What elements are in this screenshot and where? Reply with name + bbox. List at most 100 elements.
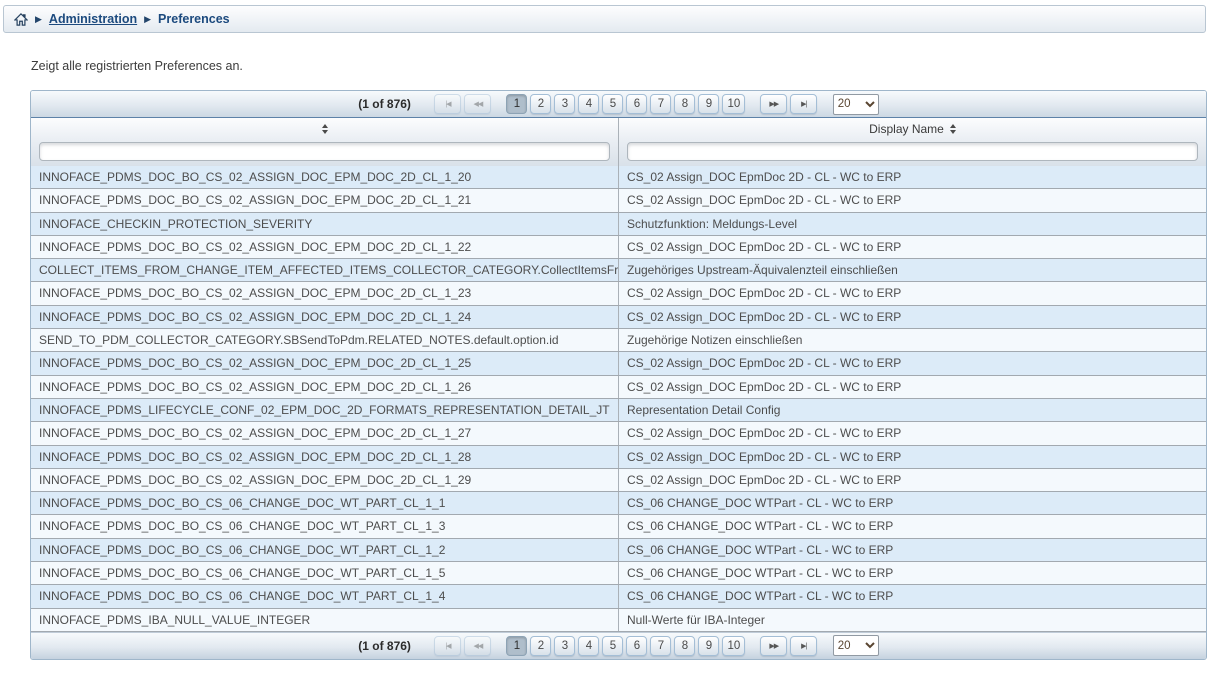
- display-name-filter-input[interactable]: [627, 142, 1198, 161]
- table-row[interactable]: INNOFACE_PDMS_DOC_BO_CS_02_ASSIGN_DOC_EP…: [31, 306, 1206, 329]
- cell-display-name: CS_02 Assign_DOC EpmDoc 2D - CL - WC to …: [619, 446, 1206, 468]
- page-button-4[interactable]: 4: [578, 94, 599, 114]
- rows-per-page-select[interactable]: 20: [833, 635, 879, 656]
- page-button-2[interactable]: 2: [530, 636, 551, 656]
- first-page-button-icon[interactable]: |◀: [434, 94, 461, 114]
- table-row[interactable]: INNOFACE_PDMS_DOC_BO_CS_02_ASSIGN_DOC_EP…: [31, 422, 1206, 445]
- breadcrumb-separator-icon: ▶: [35, 15, 42, 24]
- home-icon[interactable]: [14, 13, 28, 26]
- cell-display-name: CS_06 CHANGE_DOC WTPart - CL - WC to ERP: [619, 585, 1206, 607]
- table-row[interactable]: INNOFACE_PDMS_DOC_BO_CS_06_CHANGE_DOC_WT…: [31, 539, 1206, 562]
- page-button-1[interactable]: 1: [506, 94, 527, 114]
- cell-display-name: CS_06 CHANGE_DOC WTPart - CL - WC to ERP: [619, 515, 1206, 537]
- page-button-5[interactable]: 5: [602, 94, 623, 114]
- table-row[interactable]: INNOFACE_PDMS_DOC_BO_CS_02_ASSIGN_DOC_EP…: [31, 236, 1206, 259]
- cell-display-name: CS_06 CHANGE_DOC WTPart - CL - WC to ERP: [619, 562, 1206, 584]
- table-row[interactable]: INNOFACE_PDMS_DOC_BO_CS_06_CHANGE_DOC_WT…: [31, 585, 1206, 608]
- cell-display-name: CS_02 Assign_DOC EpmDoc 2D - CL - WC to …: [619, 236, 1206, 258]
- table-row[interactable]: INNOFACE_PDMS_DOC_BO_CS_02_ASSIGN_DOC_EP…: [31, 282, 1206, 305]
- cell-name: INNOFACE_PDMS_DOC_BO_CS_02_ASSIGN_DOC_EP…: [31, 236, 619, 258]
- column-header-name[interactable]: [31, 118, 619, 139]
- page-button-1[interactable]: 1: [506, 636, 527, 656]
- breadcrumb-item-administration[interactable]: Administration: [49, 12, 137, 26]
- cell-display-name: Representation Detail Config: [619, 399, 1206, 421]
- cell-display-name: Schutzfunktion: Meldungs-Level: [619, 213, 1206, 235]
- rows-per-page-select[interactable]: 20: [833, 94, 879, 115]
- cell-name: COLLECT_ITEMS_FROM_CHANGE_ITEM_AFFECTED_…: [31, 259, 619, 281]
- table-row[interactable]: INNOFACE_PDMS_DOC_BO_CS_06_CHANGE_DOC_WT…: [31, 515, 1206, 538]
- table-row[interactable]: INNOFACE_PDMS_LIFECYCLE_CONF_02_EPM_DOC_…: [31, 399, 1206, 422]
- breadcrumb-item-preferences[interactable]: Preferences: [158, 12, 230, 26]
- cell-name: INNOFACE_PDMS_DOC_BO_CS_06_CHANGE_DOC_WT…: [31, 562, 619, 584]
- table-row[interactable]: INNOFACE_PDMS_DOC_BO_CS_06_CHANGE_DOC_WT…: [31, 562, 1206, 585]
- cell-name: INNOFACE_PDMS_IBA_NULL_VALUE_INTEGER: [31, 609, 619, 631]
- cell-display-name: Zugehörige Notizen einschließen: [619, 329, 1206, 351]
- last-page-button-icon[interactable]: ▶|: [790, 94, 817, 114]
- table-row[interactable]: INNOFACE_PDMS_DOC_BO_CS_02_ASSIGN_DOC_EP…: [31, 166, 1206, 189]
- cell-name: INNOFACE_PDMS_DOC_BO_CS_02_ASSIGN_DOC_EP…: [31, 352, 619, 374]
- table-row[interactable]: INNOFACE_PDMS_IBA_NULL_VALUE_INTEGERNull…: [31, 609, 1206, 632]
- page-button-7[interactable]: 7: [650, 636, 671, 656]
- table-row[interactable]: INNOFACE_PDMS_DOC_BO_CS_02_ASSIGN_DOC_EP…: [31, 469, 1206, 492]
- page-button-10[interactable]: 10: [722, 636, 745, 656]
- table-row[interactable]: INNOFACE_PDMS_DOC_BO_CS_02_ASSIGN_DOC_EP…: [31, 352, 1206, 375]
- page-button-3[interactable]: 3: [554, 94, 575, 114]
- cell-name: INNOFACE_PDMS_DOC_BO_CS_06_CHANGE_DOC_WT…: [31, 492, 619, 514]
- cell-name: INNOFACE_PDMS_DOC_BO_CS_06_CHANGE_DOC_WT…: [31, 515, 619, 537]
- cell-name: INNOFACE_PDMS_DOC_BO_CS_02_ASSIGN_DOC_EP…: [31, 189, 619, 211]
- table-row[interactable]: INNOFACE_PDMS_DOC_BO_CS_02_ASSIGN_DOC_EP…: [31, 376, 1206, 399]
- table-row[interactable]: INNOFACE_PDMS_DOC_BO_CS_02_ASSIGN_DOC_EP…: [31, 189, 1206, 212]
- page-button-9[interactable]: 9: [698, 636, 719, 656]
- page-button-9[interactable]: 9: [698, 94, 719, 114]
- page-button-2[interactable]: 2: [530, 94, 551, 114]
- cell-display-name: CS_02 Assign_DOC EpmDoc 2D - CL - WC to …: [619, 352, 1206, 374]
- table-row[interactable]: COLLECT_ITEMS_FROM_CHANGE_ITEM_AFFECTED_…: [31, 259, 1206, 282]
- previous-page-button-icon[interactable]: ◀◀: [464, 636, 491, 656]
- page-button-6[interactable]: 6: [626, 636, 647, 656]
- cell-display-name: CS_02 Assign_DOC EpmDoc 2D - CL - WC to …: [619, 422, 1206, 444]
- page-button-7[interactable]: 7: [650, 94, 671, 114]
- page-button-3[interactable]: 3: [554, 636, 575, 656]
- sort-icon[interactable]: [950, 124, 956, 134]
- breadcrumb: ▶ Administration ▶ Preferences: [3, 5, 1206, 33]
- table-row[interactable]: INNOFACE_CHECKIN_PROTECTION_SEVERITYSchu…: [31, 213, 1206, 236]
- table-row[interactable]: INNOFACE_PDMS_DOC_BO_CS_02_ASSIGN_DOC_EP…: [31, 446, 1206, 469]
- cell-display-name: CS_02 Assign_DOC EpmDoc 2D - CL - WC to …: [619, 306, 1206, 328]
- next-page-button-icon[interactable]: ▶▶: [760, 94, 787, 114]
- page-button-8[interactable]: 8: [674, 636, 695, 656]
- cell-name: INNOFACE_CHECKIN_PROTECTION_SEVERITY: [31, 213, 619, 235]
- page-description: Zeigt alle registrierten Preferences an.: [31, 59, 1209, 73]
- table-row[interactable]: SEND_TO_PDM_COLLECTOR_CATEGORY.SBSendToP…: [31, 329, 1206, 352]
- sort-icon[interactable]: [322, 124, 328, 134]
- cell-display-name: CS_06 CHANGE_DOC WTPart - CL - WC to ERP: [619, 492, 1206, 514]
- paginator-top: (1 of 876)|◀◀◀12345678910▶▶▶|20: [31, 91, 1206, 118]
- next-page-button-icon[interactable]: ▶▶: [760, 636, 787, 656]
- cell-display-name: CS_02 Assign_DOC EpmDoc 2D - CL - WC to …: [619, 166, 1206, 188]
- cell-display-name: Zugehöriges Upstream-Äquivalenzteil eins…: [619, 259, 1206, 281]
- cell-display-name: Null-Werte für IBA-Integer: [619, 609, 1206, 631]
- column-header-display-name[interactable]: Display Name: [619, 118, 1206, 139]
- cell-name: INNOFACE_PDMS_DOC_BO_CS_02_ASSIGN_DOC_EP…: [31, 469, 619, 491]
- cell-name: INNOFACE_PDMS_LIFECYCLE_CONF_02_EPM_DOC_…: [31, 399, 619, 421]
- table-body: INNOFACE_PDMS_DOC_BO_CS_02_ASSIGN_DOC_EP…: [31, 166, 1206, 632]
- table-row[interactable]: INNOFACE_PDMS_DOC_BO_CS_06_CHANGE_DOC_WT…: [31, 492, 1206, 515]
- previous-page-button-icon[interactable]: ◀◀: [464, 94, 491, 114]
- page-button-6[interactable]: 6: [626, 94, 647, 114]
- first-page-button-icon[interactable]: |◀: [434, 636, 461, 656]
- cell-name: INNOFACE_PDMS_DOC_BO_CS_06_CHANGE_DOC_WT…: [31, 585, 619, 607]
- cell-name: INNOFACE_PDMS_DOC_BO_CS_06_CHANGE_DOC_WT…: [31, 539, 619, 561]
- last-page-button-icon[interactable]: ▶|: [790, 636, 817, 656]
- cell-name: SEND_TO_PDM_COLLECTOR_CATEGORY.SBSendToP…: [31, 329, 619, 351]
- cell-name: INNOFACE_PDMS_DOC_BO_CS_02_ASSIGN_DOC_EP…: [31, 282, 619, 304]
- page-button-10[interactable]: 10: [722, 94, 745, 114]
- name-filter-input[interactable]: [39, 142, 610, 161]
- cell-display-name: CS_02 Assign_DOC EpmDoc 2D - CL - WC to …: [619, 469, 1206, 491]
- page-button-5[interactable]: 5: [602, 636, 623, 656]
- cell-name: INNOFACE_PDMS_DOC_BO_CS_02_ASSIGN_DOC_EP…: [31, 306, 619, 328]
- page-button-4[interactable]: 4: [578, 636, 599, 656]
- cell-display-name: CS_02 Assign_DOC EpmDoc 2D - CL - WC to …: [619, 282, 1206, 304]
- table-filter-row: [31, 139, 1206, 166]
- cell-name: INNOFACE_PDMS_DOC_BO_CS_02_ASSIGN_DOC_EP…: [31, 422, 619, 444]
- page-button-8[interactable]: 8: [674, 94, 695, 114]
- paginator-current-text: (1 of 876): [358, 639, 411, 653]
